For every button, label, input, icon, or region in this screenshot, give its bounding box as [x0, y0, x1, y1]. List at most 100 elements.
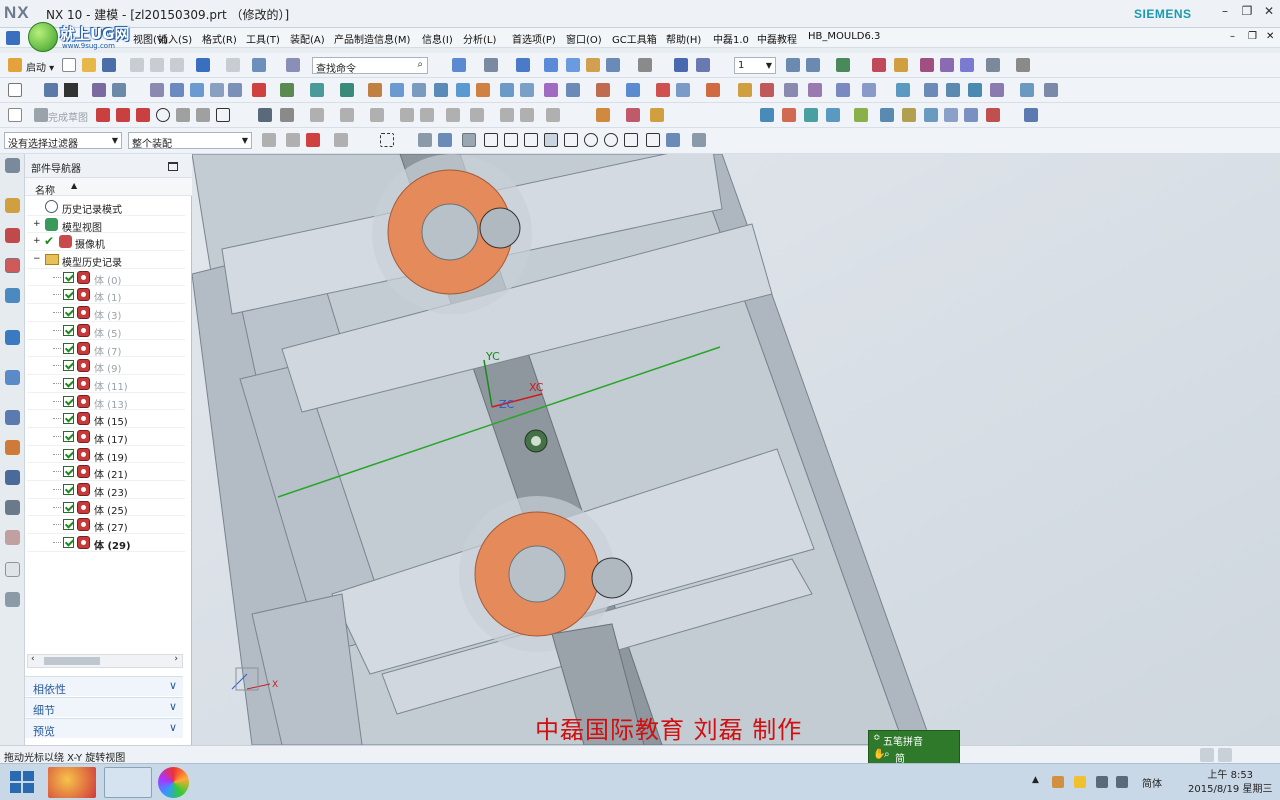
- doc-restore-button[interactable]: ❐: [1248, 31, 1257, 42]
- cut-icon[interactable]: [130, 58, 144, 72]
- feature-checkbox[interactable]: [63, 466, 74, 478]
- feature-checkbox[interactable]: [63, 342, 74, 354]
- shaded-icon[interactable]: [544, 58, 558, 72]
- layer-settings-icon[interactable]: [786, 58, 800, 72]
- assembly-navigator-icon[interactable]: [5, 198, 20, 213]
- type-filter-select[interactable]: 没有选择过滤器 ▼: [4, 132, 122, 149]
- intersection-point-icon[interactable]: [544, 133, 558, 147]
- tree-item-history-mode[interactable]: 历史记录模式: [27, 198, 185, 216]
- shaded-edges-icon[interactable]: [566, 58, 580, 72]
- select-box-icon[interactable]: [380, 133, 394, 147]
- scroll-thumb[interactable]: [44, 657, 100, 665]
- mold-wizard-5-icon[interactable]: [854, 108, 868, 122]
- sew-icon[interactable]: [544, 83, 558, 97]
- pattern-sketch-icon[interactable]: [500, 108, 514, 122]
- snap-view-icon[interactable]: [674, 58, 688, 72]
- paste-icon[interactable]: [170, 58, 184, 72]
- feature-checkbox[interactable]: [63, 430, 74, 442]
- arc-icon[interactable]: [136, 108, 150, 122]
- doc-minimize-button[interactable]: –: [1230, 31, 1235, 42]
- mold-wizard-11-icon[interactable]: [986, 108, 1000, 122]
- select-bodies-icon[interactable]: [418, 133, 432, 147]
- synchronous-icon[interactable]: [706, 83, 720, 97]
- intersect-icon[interactable]: [310, 83, 324, 97]
- pattern-icon[interactable]: [476, 83, 490, 97]
- undo-icon[interactable]: [196, 58, 210, 72]
- point-on-curve-icon[interactable]: [604, 133, 618, 147]
- replace-face-icon[interactable]: [626, 83, 640, 97]
- scroll-left-icon[interactable]: ‹: [31, 654, 35, 664]
- menu-hb-mould[interactable]: HB_MOULD6.3: [808, 31, 880, 42]
- mirror-sketch-icon[interactable]: [520, 108, 534, 122]
- offset-sketch-icon[interactable]: [470, 108, 484, 122]
- window-icon[interactable]: [252, 58, 266, 72]
- section-dependencies[interactable]: 相依性 ∨: [25, 676, 183, 696]
- bounded-grid-icon[interactable]: [666, 133, 680, 147]
- maximize-icon[interactable]: [168, 162, 178, 171]
- tree-item-feature[interactable]: 体 (3): [27, 304, 185, 322]
- mold-wizard-9-icon[interactable]: [944, 108, 958, 122]
- edge-blend-icon[interactable]: [390, 83, 404, 97]
- touch-mode-icon[interactable]: [286, 58, 300, 72]
- menu-analysis[interactable]: 分析(L): [463, 31, 496, 46]
- body-split-icon[interactable]: [626, 108, 640, 122]
- search-icon[interactable]: ⌕: [417, 59, 423, 70]
- feature-checkbox[interactable]: [63, 484, 74, 495]
- feature-checkbox[interactable]: [63, 324, 74, 336]
- history-icon[interactable]: [5, 410, 20, 425]
- draft-icon[interactable]: [456, 83, 470, 97]
- arc-center-icon[interactable]: [564, 133, 578, 147]
- tree-item-feature[interactable]: 体 (27): [27, 516, 185, 534]
- mold-wizard-7-icon[interactable]: [902, 108, 916, 122]
- expand-icon[interactable]: +: [33, 219, 41, 229]
- unite-icon[interactable]: [252, 83, 266, 97]
- graphics-window[interactable]: YC XC ZC X: [192, 154, 1280, 745]
- extrude-icon[interactable]: [150, 83, 164, 97]
- feature-checkbox[interactable]: [63, 448, 74, 460]
- command-finder-input[interactable]: 查找命令 ⌕: [312, 57, 428, 75]
- gear-icon[interactable]: [5, 158, 20, 173]
- mold-wizard-6-icon[interactable]: [880, 108, 894, 122]
- text-icon[interactable]: [64, 83, 78, 97]
- delete-face-icon[interactable]: [656, 83, 670, 97]
- process-studio-icon[interactable]: [5, 440, 20, 455]
- pocket-icon[interactable]: [228, 83, 242, 97]
- thicken-icon[interactable]: [566, 83, 580, 97]
- windows-start-icon[interactable]: [10, 771, 34, 793]
- layout-icon[interactable]: [5, 592, 20, 607]
- sketch-new-icon[interactable]: [8, 108, 22, 122]
- menu-assembly[interactable]: 装配(A): [290, 31, 325, 46]
- quadrant-point-icon[interactable]: [584, 133, 598, 147]
- make-corner-icon[interactable]: [446, 108, 460, 122]
- browser-icon[interactable]: [158, 767, 189, 798]
- swept-icon[interactable]: [968, 83, 982, 97]
- trim-sheet-icon[interactable]: [1020, 83, 1034, 97]
- open-icon[interactable]: [82, 58, 96, 72]
- tray-user-icon[interactable]: [1052, 776, 1064, 788]
- part-navigator-icon[interactable]: [5, 258, 20, 273]
- through-curves-icon[interactable]: [896, 83, 910, 97]
- surface-icon[interactable]: [862, 83, 876, 97]
- copy-icon[interactable]: [150, 58, 164, 72]
- subtract-icon[interactable]: [280, 83, 294, 97]
- menu-insert[interactable]: 插入(S): [158, 31, 192, 46]
- point-icon[interactable]: [258, 108, 272, 122]
- offset-curve-icon[interactable]: [112, 83, 126, 97]
- search-icon[interactable]: ⌕: [884, 749, 890, 760]
- menu-window[interactable]: 窗口(O): [566, 31, 602, 46]
- tree-item-feature[interactable]: 体 (0): [27, 269, 185, 287]
- feature-checkbox[interactable]: [63, 307, 74, 319]
- menu-pmi[interactable]: 产品制造信息(M): [334, 31, 410, 46]
- mold-wizard-1-icon[interactable]: [760, 108, 774, 122]
- edit-section-icon[interactable]: [638, 58, 652, 72]
- move-to-layer-icon[interactable]: [806, 58, 820, 72]
- section-preview[interactable]: 预览 ∨: [25, 718, 183, 738]
- feature-checkbox[interactable]: [63, 413, 74, 425]
- parting-icon[interactable]: [760, 83, 774, 97]
- mold-wizard-3-icon[interactable]: [804, 108, 818, 122]
- menu-help[interactable]: 帮助(H): [666, 31, 701, 46]
- tree-item-feature[interactable]: 体 (19): [27, 446, 185, 464]
- select-faces-icon[interactable]: [438, 133, 452, 147]
- tree-item-feature[interactable]: 体 (13): [27, 393, 185, 411]
- reuse-library-icon[interactable]: [5, 288, 20, 303]
